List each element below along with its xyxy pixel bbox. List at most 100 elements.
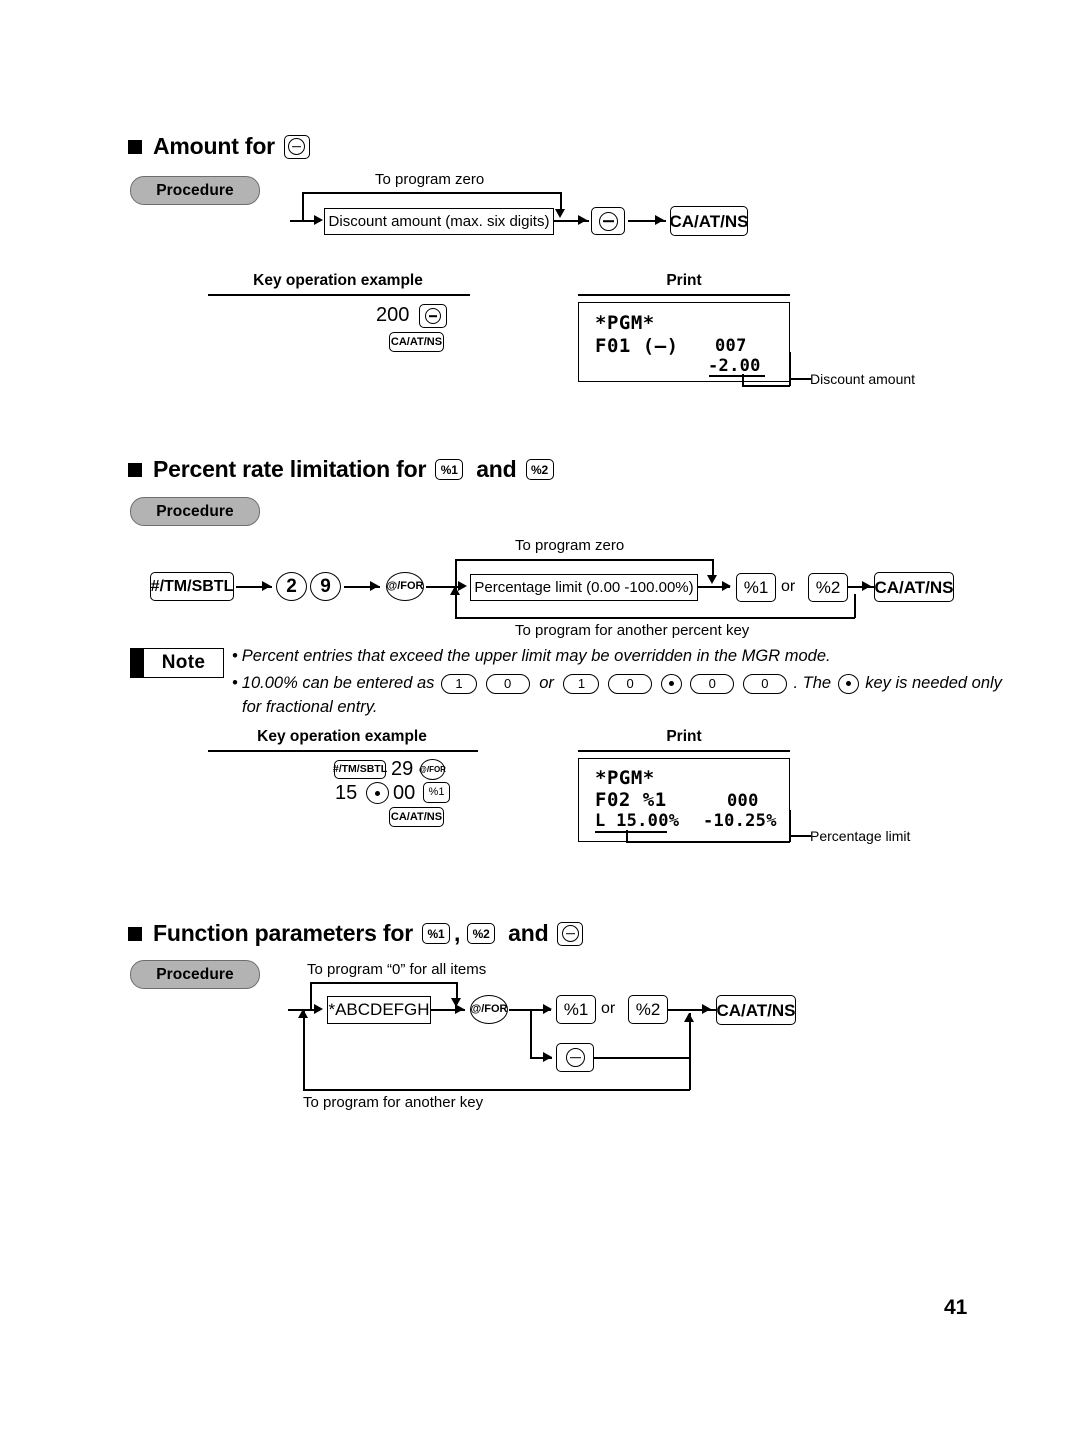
callout-leader-h-1b: [789, 378, 811, 380]
receipt-print-1: *PGM* F01 (—) 007 -2.00: [578, 302, 790, 382]
col-heading-print-2: Print: [666, 728, 702, 745]
example-value-00: 00: [393, 782, 416, 804]
example-value-29: 29: [391, 758, 414, 780]
flow-key-ca-label-1: CA/AT/NS: [669, 211, 749, 231]
receipt-print-2: *PGM* F02 %1 000 L 15.00% -10.25%: [578, 758, 790, 842]
flow-key-pct2-2: %2: [808, 573, 848, 602]
example-key-at-for-label-2: @/FOR: [419, 764, 446, 774]
flow-key-ca-label-3: CA/AT/NS: [716, 1000, 796, 1020]
example-value-15: 15: [335, 782, 358, 804]
col-heading-key-operation-2: Key operation example: [257, 728, 427, 745]
decimal-dot-icon-3: [375, 790, 380, 796]
heading-bullet-icon-2: [128, 462, 142, 477]
example-key-minus-1: [419, 304, 447, 328]
example-key-at-for-2: @/FOR: [419, 759, 446, 780]
col-rule-2a: [208, 750, 478, 752]
receipt-value-007: 007: [715, 336, 747, 356]
col-rule-1b: [578, 294, 790, 296]
flow-inlet-arrow-1: [314, 215, 323, 225]
flow-key-ca-at-ns-2: CA/AT/NS: [874, 572, 954, 602]
flow-arrow-to-minus: [578, 215, 587, 225]
flow-loop-bottom-line-3: [303, 1089, 690, 1091]
note-key-1a-label: 1: [455, 676, 463, 692]
flow-key-at-for-label-3: @/FOR: [470, 1003, 508, 1015]
note-bullet-dot-2: •: [232, 673, 238, 692]
note-bullet-dot-1: •: [232, 647, 238, 665]
note-key-1b-label: 1: [577, 676, 586, 692]
flow-key-ca-at-ns-1: CA/AT/NS: [669, 206, 749, 236]
note-or-label: or: [539, 673, 554, 692]
example-key-pct1-label-2: %1: [428, 786, 445, 798]
note-bullet-2: • 10.00% can be entered as 1 0 or 1 0 0 0: [232, 672, 1002, 696]
heading-key-pct2-label-3: %2: [472, 926, 490, 941]
heading-joiner-3: and: [508, 920, 549, 946]
receipt-underline-2: [595, 831, 667, 833]
receipt-value-000: 000: [727, 791, 759, 811]
flow-or-label-3: or: [601, 1000, 616, 1017]
note-bullet-2-text-c: key is needed only: [865, 673, 1002, 692]
example-key-ca-label-1: CA/AT/NS: [390, 335, 443, 348]
note-key-decimal-point-2: [837, 673, 859, 694]
flow-key-pct1-label-2: %1: [743, 578, 769, 597]
note-label: Note: [161, 652, 206, 673]
flow-loop-top-line-2: [455, 559, 713, 561]
callout-discount-amount: Discount amount: [810, 371, 916, 387]
page-number: 41: [944, 1296, 968, 1319]
heading-key-pct1-2: %1: [435, 459, 464, 480]
flow-box-label-3: *ABCDEFGH: [328, 1000, 430, 1019]
note-bullet-2-text-d: for fractional entry.: [242, 697, 378, 716]
heading-key-pct1-label-2: %1: [440, 462, 458, 477]
callout-percentage-limit: Percentage limit: [810, 828, 911, 844]
flow-arrow-to-ca-2: [862, 581, 871, 591]
flow-key-sbtl-label-2: #/TM/SBTL: [150, 577, 234, 595]
flow-key-digit2-label: 2: [286, 576, 297, 597]
note-key-0b: 0: [608, 673, 653, 694]
section-heading-percent-rate: Percent rate limitation for %1 and %2: [128, 456, 558, 483]
callout-leader-h-2b: [789, 835, 811, 837]
flow-key-pct2-label-3: %2: [635, 1000, 661, 1019]
example-key-pct1-2: %1: [423, 782, 450, 803]
document-page: Amount for Procedure To program zero Dis…: [0, 0, 1080, 1454]
heading-comma-3: ,: [453, 920, 461, 946]
flow-arrow-to-atfor-3: [455, 1004, 464, 1014]
col-rule-2b: [578, 750, 790, 752]
note-key-decimal-point: [660, 673, 682, 694]
note-key-1a: 1: [441, 673, 478, 694]
flow-key-digit-9: 9: [310, 572, 341, 601]
col-rule-1a: [208, 294, 470, 296]
flow-label-program-zero-all-items: To program “0” for all items: [307, 961, 487, 978]
procedure-label-3: Procedure: [156, 965, 234, 983]
section-heading-text: Amount for: [153, 133, 275, 159]
flow-key-at-for-2: @/FOR: [386, 572, 424, 601]
procedure-badge-percent: Procedure: [130, 497, 260, 526]
minus-key-icon: [283, 134, 310, 159]
example-key-decimal-point-2: [366, 782, 389, 804]
flow-loop-top-line-3: [310, 982, 457, 984]
note-bullet-1: • Percent entries that exceed the upper l…: [232, 645, 972, 669]
flow-arrow-to-ca-1: [655, 215, 664, 225]
note-key-0c: 0: [690, 673, 735, 694]
decimal-dot-icon-2: [845, 681, 851, 687]
flow-arrow-to-pct1-3: [543, 1004, 552, 1014]
flow-key-pct2-3: %2: [628, 995, 668, 1024]
receipt-line-f02: F02 %1: [595, 789, 667, 811]
receipt-line-l1500: L 15.00%: [595, 811, 680, 831]
flow-label-another-percent-key: To program for another percent key: [515, 622, 750, 639]
decimal-dot-icon: [668, 681, 674, 687]
receipt-value-minus-2-00: -2.00: [708, 356, 761, 376]
example-key-ca-label-2: CA/AT/NS: [390, 810, 443, 823]
flow-key-pct1-2: %1: [736, 573, 776, 602]
note-key-0c-label: 0: [708, 676, 716, 692]
receipt-line-f01-1: F01 (—): [595, 335, 679, 357]
flow-arrow-to-pct1: [722, 581, 731, 591]
flow-key-minus-3: [556, 1043, 594, 1072]
flow-loop-left-riser-3: [310, 982, 312, 1010]
callout-leader-v-1b: [789, 352, 791, 386]
flow-key-digit9-label: 9: [320, 576, 331, 597]
flow-box-discount-amount: Discount amount (max. six digits): [324, 208, 554, 235]
flow-box-percentage-limit: Percentage limit (0.00 -100.00%): [470, 574, 698, 601]
flow-or-label-2: or: [781, 578, 796, 595]
flow-merge-arrow-up-3: [684, 1013, 694, 1022]
note-key-0d-label: 0: [761, 676, 769, 692]
receipt-line-pgm-1: *PGM*: [595, 312, 655, 334]
